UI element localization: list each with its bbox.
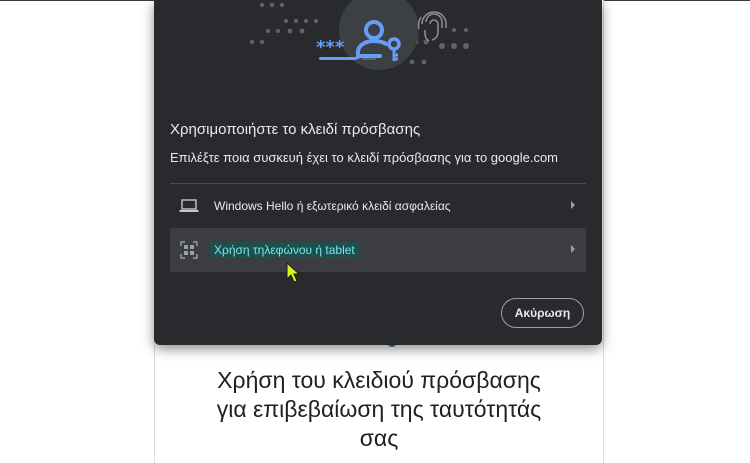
mouse-cursor-icon xyxy=(286,262,301,283)
qr-code-icon xyxy=(179,240,199,260)
passkey-illustration: *** xyxy=(249,0,469,70)
page-heading: Χρήση του κλειδιού πρόσβασης για επιβεβα… xyxy=(155,366,603,453)
cancel-button[interactable]: Ακύρωση xyxy=(501,298,584,328)
page-heading-line: για επιβεβαίωση της ταυτότητάς xyxy=(216,396,542,422)
laptop-icon xyxy=(179,196,199,216)
option-windows-hello[interactable]: Windows Hello ή εξωτερικό κλειδί ασφαλεί… xyxy=(170,184,586,228)
option-phone-tablet[interactable]: Χρήση τηλεφώνου ή tablet xyxy=(170,228,586,272)
svg-text:***: *** xyxy=(316,37,345,58)
option-label: Χρήση τηλεφώνου ή tablet xyxy=(210,242,359,258)
option-label: Windows Hello ή εξωτερικό κλειδί ασφαλεί… xyxy=(214,199,451,213)
chevron-right-icon xyxy=(571,201,575,209)
dialog-description: Επιλέξτε ποια συσκευή έχει το κλειδί πρό… xyxy=(170,150,559,165)
passkey-dialog: *** Χρησιμοποιήστε το κλειδί πρόσβασης Ε… xyxy=(154,0,602,345)
dialog-title: Χρησιμοποιήστε το κλειδί πρόσβασης xyxy=(170,121,421,138)
page-heading-line: σας xyxy=(359,425,399,451)
page-heading-line: Χρήση του κλειδιού πρόσβασης xyxy=(217,367,541,393)
fingerprint-icon xyxy=(417,11,447,42)
chevron-right-icon xyxy=(571,245,575,253)
